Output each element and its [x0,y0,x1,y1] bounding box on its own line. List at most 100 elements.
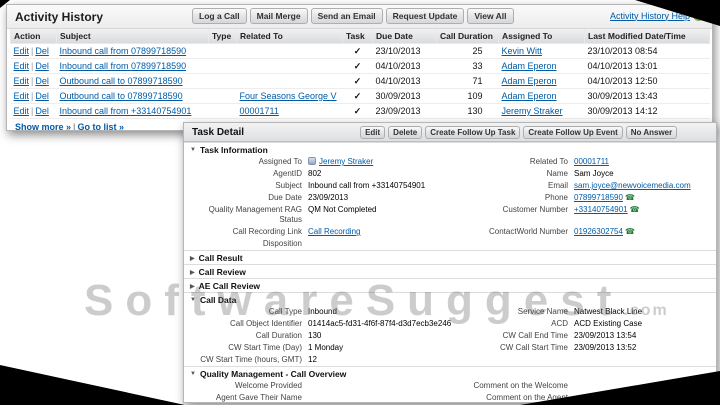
edit-link[interactable]: Edit [14,46,30,56]
section-qm-call-overview[interactable]: ▼ Quality Management - Call Overview [184,366,716,380]
field-label: Call Recording Link [232,227,302,236]
col-call-duration[interactable]: Call Duration [436,29,499,44]
call-recording-link[interactable]: Call Recording [308,227,360,236]
subject-link[interactable]: Outbound call to 07899718590 [60,91,183,101]
send-an-email-button[interactable]: Send an Email [310,8,383,24]
assigned-to-link[interactable]: Jeremy Straker [319,157,373,166]
field-value: 12 [308,355,317,364]
subject-link[interactable]: Inbound call from 07899718590 [60,46,187,56]
assigned-to-cell: Adam Eperon [498,73,585,89]
assigned-to-link[interactable]: Jeremy Straker [502,106,563,116]
due-date-cell: 30/09/2013 [372,88,437,104]
col-action[interactable]: Action [10,29,57,44]
activity-history-toolbar: Log a Call Mail Merge Send an Email Requ… [192,8,514,24]
create-follow-up-event-button[interactable]: Create Follow Up Event [523,125,623,139]
related-to-link[interactable]: 00001711 [574,157,609,166]
phone-link[interactable]: 07899718590 [574,193,623,202]
delete-button[interactable]: Delete [388,125,423,139]
subject-link[interactable]: Inbound call from +33140754901 [60,106,192,116]
mail-merge-button[interactable]: Mail Merge [249,8,308,24]
subject-link[interactable]: Outbound call to 07899718590 [60,76,183,86]
field-label: Related To [529,157,568,166]
del-link[interactable]: Del [35,106,49,116]
table-row: Edit | Del Inbound call from 07899718590 ✓… [10,58,710,74]
field-label: Service Name [517,307,568,316]
section-title: Call Result [198,253,243,263]
edit-link[interactable]: Edit [14,91,30,101]
section-call-result[interactable]: ▶ Call Result [184,250,716,264]
field-row: AgentID 802 Name Sam Joyce [184,168,716,180]
field-value: Jeremy Straker [308,156,466,168]
related-to-cell: Four Seasons George V [236,88,343,104]
field-label: ContactWorld Number [489,227,568,236]
view-all-button[interactable]: View All [467,8,514,24]
edit-button[interactable]: Edit [360,125,386,139]
del-link[interactable]: Del [35,91,49,101]
field-label: Customer Number [502,205,568,214]
no-answer-button[interactable]: No Answer [625,125,678,139]
go-to-list-link[interactable]: Go to list » [78,122,125,130]
assigned-to-link[interactable]: Adam Eperon [502,61,557,71]
due-date-cell: 04/10/2013 [372,58,437,74]
field-value: Sam Joyce [574,169,614,178]
section-title: Call Review [198,267,246,277]
field-label: Assigned To [258,157,302,166]
subject-link[interactable]: Inbound call from 07899718590 [60,61,187,71]
section-call-review[interactable]: ▶ Call Review [184,264,716,278]
call-duration-cell: 33 [436,58,499,74]
request-update-button[interactable]: Request Update [385,8,465,24]
field-row: Call Duration 130 CW Call End Time 23/09… [184,330,716,342]
phone-icon[interactable]: ☎ [630,205,640,214]
phone-link[interactable]: +33140754901 [574,205,628,214]
activity-history-table: Action Subject Type Related To Task Due … [10,29,710,119]
del-link[interactable]: Del [35,46,49,56]
chevron-down-icon: ▼ [190,297,196,303]
field-row: Due Date 23/09/2013 Phone 07899718590 ☎ [184,192,716,204]
section-task-information[interactable]: ▼ Task Information [184,142,716,156]
related-to-link[interactable]: Four Seasons George V [240,91,337,101]
related-to-cell: 00001711 [236,103,343,119]
call-duration-cell: 109 [436,88,499,104]
create-follow-up-task-button[interactable]: Create Follow Up Task [425,125,521,139]
field-value: 07899718590 ☎ [574,192,710,204]
action-cell: Edit | Del [10,88,57,104]
edit-link[interactable]: Edit [14,61,30,71]
section-call-data[interactable]: ▼ Call Data [184,292,716,306]
related-to-link[interactable]: 00001711 [240,106,279,116]
phone-icon[interactable]: ☎ [625,227,635,236]
table-row: Edit | Del Inbound call from 07899718590 ✓… [10,43,710,59]
type-cell [208,43,237,59]
email-link[interactable]: sam.joyce@newvoicemedia.com [574,181,691,190]
col-due-date[interactable]: Due Date [372,29,437,44]
assigned-to-link[interactable]: Adam Eperon [502,91,557,101]
field-value [308,392,466,402]
phone-link[interactable]: 01926302754 [574,227,623,236]
action-separator: | [31,106,34,116]
col-type[interactable]: Type [208,29,237,44]
log-a-call-button[interactable]: Log a Call [192,8,247,24]
phone-icon[interactable]: ☎ [625,193,635,202]
field-label: Call Object Identifier [229,319,302,328]
edit-link[interactable]: Edit [14,76,30,86]
show-more-link[interactable]: Show more » [15,122,71,130]
col-related-to[interactable]: Related To [236,29,343,44]
screen-corner [0,365,185,405]
subject-cell: Inbound call from 07899718590 [56,43,209,59]
del-link[interactable]: Del [35,61,49,71]
col-subject[interactable]: Subject [56,29,209,44]
edit-link[interactable]: Edit [14,106,30,116]
field-label: ACD [551,319,568,328]
subject-cell: Outbound call to 07899718590 [56,73,209,89]
col-assigned-to[interactable]: Assigned To [498,29,585,44]
field-label: Agent Gave Their Name [215,393,302,402]
section-ae-call-review[interactable]: ▶ AE Call Review [184,278,716,292]
field-value: 01926302754 ☎ [574,226,710,238]
assigned-to-link[interactable]: Kevin Witt [502,46,543,56]
assigned-to-link[interactable]: Adam Eperon [502,76,557,86]
section-title: Task Information [199,145,268,155]
del-link[interactable]: Del [35,76,49,86]
col-last-modified[interactable]: Last Modified Date/Time [584,29,710,44]
call-duration-cell: 130 [436,103,499,119]
col-task[interactable]: Task [342,29,373,44]
task-detail-toolbar: Edit Delete Create Follow Up Task Create… [360,125,678,139]
